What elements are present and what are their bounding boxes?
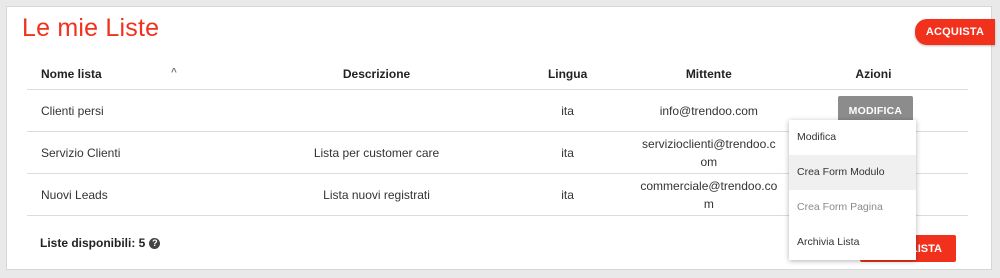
list-sender: servizioclienti@trendoo.com xyxy=(642,136,776,169)
menu-item-crea-form-pagina[interactable]: Crea Form Pagina xyxy=(789,190,916,225)
list-description: Lista per customer care xyxy=(256,131,497,174)
sort-ascending-icon[interactable]: ^ xyxy=(171,67,177,78)
list-name: Clienti persi xyxy=(27,89,257,132)
column-header-language: Lingua xyxy=(496,58,639,90)
column-header-name[interactable]: Nome lista ^ xyxy=(27,58,257,90)
page-title: Le mie Liste xyxy=(22,14,160,42)
list-language: ita xyxy=(496,89,639,132)
column-header-sender: Mittente xyxy=(638,58,779,90)
lists-footer: Liste disponibili: 5 ? xyxy=(40,236,161,250)
help-icon[interactable]: ? xyxy=(149,237,161,249)
list-sender-cell: info@trendoo.com xyxy=(638,89,779,132)
list-sender: info@trendoo.com xyxy=(659,103,758,118)
menu-item-archivia-lista[interactable]: Archivia Lista xyxy=(789,225,916,260)
column-header-actions: Azioni xyxy=(778,58,968,90)
menu-item-crea-form-modulo[interactable]: Crea Form Modulo xyxy=(789,155,916,190)
list-language: ita xyxy=(496,131,639,174)
list-language: ita xyxy=(496,173,639,216)
column-header-name-label: Nome lista xyxy=(41,66,102,81)
list-sender-cell: commerciale@trendoo.com xyxy=(638,173,779,216)
list-description xyxy=(256,89,497,132)
actions-dropdown-menu: Modifica Crea Form Modulo Crea Form Pagi… xyxy=(789,120,916,260)
list-description: Lista nuovi registrati xyxy=(256,173,497,216)
list-name: Servizio Clienti xyxy=(27,131,257,174)
list-name: Nuovi Leads xyxy=(27,173,257,216)
menu-item-modifica[interactable]: Modifica xyxy=(789,120,916,155)
column-header-description: Descrizione xyxy=(256,58,497,90)
list-sender-cell: servizioclienti@trendoo.com xyxy=(638,131,779,174)
acquista-button[interactable]: ACQUISTA xyxy=(915,19,995,45)
list-sender: commerciale@trendoo.com xyxy=(640,178,778,211)
table-header-row: Nome lista ^ Descrizione Lingua Mittente… xyxy=(27,58,968,90)
available-lists-count: Liste disponibili: 5 xyxy=(40,236,146,250)
